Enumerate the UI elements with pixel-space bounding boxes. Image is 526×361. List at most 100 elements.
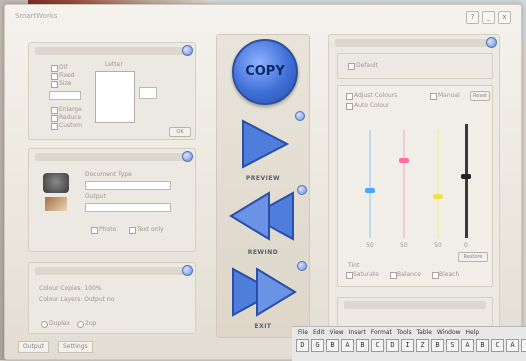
saturate-checkbox[interactable]	[346, 272, 353, 279]
option-checkbox[interactable]	[51, 65, 58, 72]
toolbar-icon[interactable]: D	[386, 339, 399, 352]
action-column: COPY PREVIEW REWIND EXIT	[216, 34, 310, 338]
balance-checkbox[interactable]	[390, 272, 397, 279]
duplex-label: Duplex	[49, 320, 71, 327]
option-label: Size	[59, 80, 72, 87]
option-checkbox[interactable]	[51, 123, 58, 130]
ok-button[interactable]: OK	[169, 127, 191, 137]
preview-play-icon[interactable]	[239, 119, 291, 169]
toolbar-icon[interactable]: C	[371, 339, 384, 352]
saturate-label: Saturate	[353, 271, 379, 278]
colour-section: Adjust Colours Manual Reset Auto Colour …	[337, 85, 493, 287]
toolbar-icon[interactable]: A	[461, 339, 474, 352]
slider-value: 50	[434, 242, 442, 249]
option-checkbox[interactable]	[51, 73, 58, 80]
summary-panel: Colour Copies: 100% Colour Layers: Outpu…	[28, 262, 196, 334]
toolbar-icon[interactable]: S	[446, 339, 459, 352]
toolbar-icon[interactable]: B	[431, 339, 444, 352]
output-label: Output	[85, 193, 106, 200]
help-button[interactable]: ?	[466, 11, 479, 24]
magenta-slider-track[interactable]	[403, 130, 405, 238]
exit-forward-icon[interactable]	[229, 267, 297, 317]
window-title: SmartWorks	[15, 12, 58, 20]
cyan-slider-knob[interactable]	[365, 188, 375, 193]
toolbar-icon[interactable]: I	[401, 339, 414, 352]
yellow-slider-track[interactable]	[437, 130, 439, 238]
exit-info-icon[interactable]	[297, 261, 307, 271]
photo-thumbnail	[45, 197, 67, 211]
panel-header	[344, 301, 486, 309]
toolbar-icon[interactable]: Z	[416, 339, 429, 352]
toolbar-icon[interactable]: B	[326, 339, 339, 352]
panel-header	[35, 45, 193, 56]
adjust-colours-checkbox[interactable]	[346, 93, 353, 100]
duplex-radio[interactable]	[41, 321, 48, 328]
word-processor-toolbar: File Edit View Insert Format Tools Table…	[292, 326, 526, 361]
toolbar-icon[interactable]: B	[521, 339, 526, 352]
info-icon[interactable]	[182, 151, 193, 162]
bleach-label: Bleach	[439, 271, 460, 278]
toolbar-icon[interactable]: A	[341, 339, 354, 352]
option-label: Reduce	[59, 114, 82, 121]
rewind-icon[interactable]	[229, 191, 297, 241]
yellow-slider-knob[interactable]	[433, 194, 443, 199]
option-checkbox[interactable]	[51, 81, 58, 88]
minimize-button[interactable]: _	[482, 11, 495, 24]
toolbar-icon[interactable]: B	[356, 339, 369, 352]
photo-checkbox[interactable]	[91, 227, 98, 234]
adjust-colours-label: Adjust Colours	[354, 92, 398, 99]
document-type-select[interactable]	[85, 181, 171, 190]
output-select[interactable]	[85, 203, 171, 212]
panel-header	[35, 151, 193, 162]
copy-options-panel: Dif Fixed Size Enlarge Reduce Custom Let…	[28, 42, 196, 140]
text-only-label: Text only	[137, 226, 164, 233]
toolbar-icon[interactable]: B	[476, 339, 489, 352]
black-slider-knob[interactable]	[461, 174, 471, 179]
info-icon[interactable]	[182, 265, 193, 276]
slider-value: 0	[464, 242, 468, 249]
text-only-checkbox[interactable]	[129, 227, 136, 234]
toolbar-icon[interactable]: C	[491, 339, 504, 352]
option-checkbox[interactable]	[51, 107, 58, 114]
auto-colour-checkbox[interactable]	[346, 103, 353, 110]
preview-info-icon[interactable]	[295, 111, 305, 121]
copies-field[interactable]	[139, 87, 157, 99]
page-preview	[95, 71, 135, 123]
preview-caption: Letter	[105, 61, 123, 68]
default-checkbox[interactable]	[348, 63, 355, 70]
option-checkbox[interactable]	[51, 115, 58, 122]
option-label: Custom	[59, 122, 82, 129]
restore-button[interactable]: Restore	[458, 252, 488, 262]
black-slider-track[interactable]	[465, 124, 468, 238]
close-button[interactable]: x	[498, 11, 511, 24]
menu-bar[interactable]: File Edit View Insert Format Tools Table…	[298, 329, 479, 336]
cyan-slider-track[interactable]	[369, 130, 371, 238]
manual-checkbox[interactable]	[430, 93, 437, 100]
rewind-info-icon[interactable]	[297, 185, 307, 195]
copy-button[interactable]: COPY	[232, 39, 298, 105]
auto-colour-label: Auto Colour	[354, 102, 390, 109]
toolbar-icon[interactable]: D	[296, 339, 309, 352]
info-icon[interactable]	[486, 37, 497, 48]
document-panel: Document Type Output Photo Text only	[28, 148, 196, 252]
toolbar-icon[interactable]: G	[311, 339, 324, 352]
reset-button[interactable]: Reset	[470, 91, 490, 101]
default-label: Default	[356, 62, 378, 69]
panel-header	[35, 265, 193, 276]
toolbar-icon[interactable]: A	[506, 339, 519, 352]
size-field[interactable]	[49, 91, 81, 100]
manual-label: Manual	[438, 92, 460, 99]
option-label: Dif	[59, 64, 68, 71]
summary-line: Colour Layers: Output no	[39, 296, 115, 303]
tab-settings[interactable]: Settings	[58, 341, 93, 353]
preview-label: PREVIEW	[245, 175, 281, 182]
info-icon[interactable]	[182, 45, 193, 56]
slider-value: 50	[366, 242, 374, 249]
tab-output[interactable]: Output	[18, 341, 49, 353]
slider-value: 50	[400, 242, 408, 249]
toolbar-icons: DGBABCDIZBSABCAB	[296, 339, 526, 352]
default-box: Default	[337, 53, 493, 79]
magenta-slider-knob[interactable]	[399, 158, 409, 163]
bleach-checkbox[interactable]	[432, 272, 439, 279]
two-up-radio[interactable]	[77, 321, 84, 328]
